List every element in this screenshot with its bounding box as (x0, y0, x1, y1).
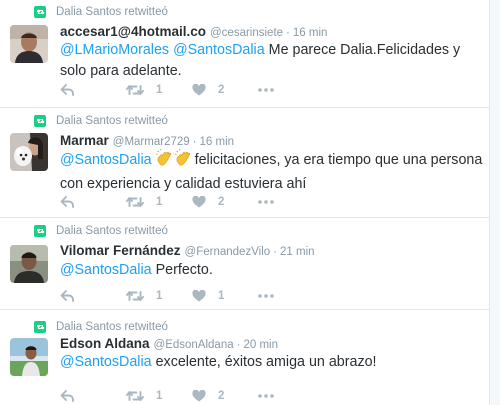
tweet-timestamp[interactable]: 16 min (200, 136, 235, 148)
author-handle[interactable]: @cesarinsiete (210, 27, 283, 39)
avatar[interactable] (10, 133, 48, 171)
retweet-context[interactable]: Dalia Santos retwitteó (34, 319, 168, 335)
more-dots-icon (258, 294, 274, 298)
like-count: 2 (218, 390, 225, 402)
tweet-timestamp[interactable]: 21 min (280, 246, 315, 258)
timeline: Dalia Santos retwitteó accesar1@4hotmail… (0, 0, 490, 405)
more-options-button[interactable] (258, 394, 274, 398)
mention-link[interactable]: @SantosDalia (173, 42, 265, 58)
tweet-text: @SantosDalia Perfecto. (60, 260, 488, 281)
avatar[interactable] (10, 245, 48, 283)
tweet-text: @LMarioMorales @SantosDalia Me parece Da… (60, 40, 488, 82)
retweet-badge-icon (34, 6, 46, 18)
heart-icon (192, 196, 206, 208)
avatar[interactable] (10, 25, 48, 63)
retweet-count: 1 (156, 390, 163, 402)
tweet-item[interactable]: Dalia Santos retwitteó Edson Aldana @Eds… (0, 310, 490, 405)
retweet-context-label: Dalia Santos retwitteó (56, 6, 168, 18)
like-count: 2 (218, 84, 225, 96)
reply-button[interactable] (60, 290, 126, 302)
tweet-item[interactable]: Dalia Santos retwitteó Marmar @Marmar272… (0, 108, 490, 218)
retweet-context-label: Dalia Santos retwitteó (56, 115, 168, 127)
retweet-context[interactable]: Dalia Santos retwitteó (34, 113, 168, 129)
tweet-item[interactable]: Dalia Santos retwitteó Vilomar Fernández… (0, 218, 490, 310)
author-handle[interactable]: @FernandezVilo (185, 246, 271, 258)
author-name[interactable]: Vilomar Fernández (60, 243, 181, 258)
heart-icon (192, 390, 206, 402)
header-separator: · (273, 246, 278, 258)
retweet-icon (126, 197, 144, 207)
tweet-timestamp[interactable]: 16 min (293, 27, 328, 39)
author-name[interactable]: Edson Aldana (60, 336, 150, 351)
header-separator: · (286, 27, 290, 39)
more-dots-icon (258, 394, 274, 398)
more-dots-icon (258, 200, 274, 204)
retweet-context[interactable]: Dalia Santos retwitteó (34, 223, 168, 239)
reply-icon (60, 390, 74, 402)
more-options-button[interactable] (258, 294, 274, 298)
retweet-button[interactable]: 1 (126, 390, 192, 402)
mention-link[interactable]: @SantosDalia (60, 262, 152, 278)
tweet-actions: 1 2 (60, 194, 274, 210)
reply-icon (60, 196, 74, 208)
reply-button[interactable] (60, 196, 126, 208)
heart-icon (192, 84, 206, 96)
retweet-count: 1 (156, 84, 163, 96)
tweet-text: @SantosDalia excelente, éxitos amiga un … (60, 352, 488, 373)
tweet-header: Vilomar Fernández @FernandezVilo · 21 mi… (60, 243, 315, 261)
more-dots-icon (258, 88, 274, 92)
tweet-actions: 1 2 (60, 82, 274, 98)
like-button[interactable]: 1 (192, 290, 258, 302)
tweet-body: Perfecto. (155, 262, 213, 278)
retweet-button[interactable]: 1 (126, 290, 192, 302)
author-handle[interactable]: @EdsonAldana (154, 339, 234, 351)
retweet-context-label: Dalia Santos retwitteó (56, 225, 168, 237)
header-separator: · (236, 339, 241, 351)
retweet-badge-icon (34, 115, 46, 127)
author-name[interactable]: Marmar (60, 133, 109, 148)
retweet-icon (126, 291, 144, 301)
retweet-badge-icon (34, 225, 46, 237)
retweet-button[interactable]: 1 (126, 84, 192, 96)
retweet-button[interactable]: 1 (126, 196, 192, 208)
mention-link[interactable]: @SantosDalia (60, 354, 152, 370)
avatar[interactable] (10, 338, 48, 376)
reply-button[interactable] (60, 84, 126, 96)
retweet-count: 1 (156, 196, 163, 208)
author-name[interactable]: accesar1@4hotmail.co (60, 24, 206, 39)
retweet-icon (126, 85, 144, 95)
tweet-item[interactable]: Dalia Santos retwitteó accesar1@4hotmail… (0, 0, 490, 108)
heart-icon (192, 290, 206, 302)
more-options-button[interactable] (258, 88, 274, 92)
tweet-timestamp[interactable]: 20 min (243, 339, 278, 351)
tweet-text: @SantosDalia felicitaciones, ya era tiem… (60, 148, 488, 195)
like-button[interactable]: 2 (192, 196, 258, 208)
more-options-button[interactable] (258, 200, 274, 204)
retweet-badge-icon (34, 321, 46, 333)
like-count: 1 (218, 290, 225, 302)
clapping-hands-icon (155, 148, 194, 174)
retweet-count: 1 (156, 290, 163, 302)
retweet-icon (126, 391, 144, 401)
retweet-context[interactable]: Dalia Santos retwitteó (34, 4, 168, 20)
author-handle[interactable]: @Marmar2729 (113, 136, 190, 148)
like-button[interactable]: 2 (192, 84, 258, 96)
header-separator: · (192, 136, 197, 148)
reply-icon (60, 290, 74, 302)
mention-link[interactable]: @LMarioMorales (60, 42, 169, 58)
like-button[interactable]: 2 (192, 390, 258, 402)
reply-icon (60, 84, 74, 96)
scrollbar-track[interactable] (490, 0, 500, 405)
tweet-actions: 1 1 (60, 288, 274, 304)
retweet-context-label: Dalia Santos retwitteó (56, 321, 168, 333)
tweet-actions: 1 2 (60, 388, 274, 404)
mention-link[interactable]: @SantosDalia (60, 152, 152, 168)
like-count: 2 (218, 196, 225, 208)
tweet-body: excelente, éxitos amiga un abrazo! (155, 354, 377, 370)
reply-button[interactable] (60, 390, 126, 402)
